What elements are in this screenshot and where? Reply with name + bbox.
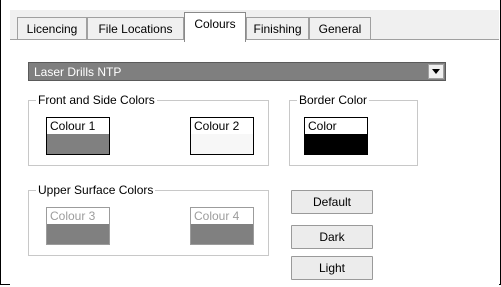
- preset-dropdown[interactable]: Laser Drills NTP: [28, 62, 446, 81]
- colour-2-swatch[interactable]: Colour 2: [190, 117, 254, 155]
- chevron-down-icon: [432, 69, 440, 74]
- colour-3-swatch: Colour 3: [46, 207, 110, 245]
- tab-general[interactable]: General: [309, 17, 371, 40]
- tab-finishing[interactable]: Finishing: [246, 17, 309, 40]
- colour-2-fill: [191, 134, 253, 154]
- colour-3-fill: [47, 224, 109, 244]
- front-side-colors-title: Front and Side Colors: [36, 93, 157, 107]
- border-color-fill: [305, 134, 367, 154]
- colour-4-label: Colour 4: [191, 208, 253, 224]
- tab-file-locations[interactable]: File Locations: [87, 17, 184, 40]
- colour-1-label: Colour 1: [47, 118, 109, 134]
- dark-button[interactable]: Dark: [291, 225, 373, 249]
- light-button[interactable]: Light: [291, 256, 373, 280]
- colour-2-label: Colour 2: [191, 118, 253, 134]
- border-color-label: Color: [305, 118, 367, 134]
- tab-colours[interactable]: Colours: [184, 12, 246, 42]
- preset-dropdown-value: Laser Drills NTP: [34, 65, 122, 79]
- default-button[interactable]: Default: [291, 190, 373, 214]
- colour-4-fill: [191, 224, 253, 244]
- colour-1-fill: [47, 134, 109, 154]
- tab-bar: Licencing File Locations Colours Finishi…: [10, 10, 499, 42]
- border-color-title: Border Color: [297, 93, 370, 107]
- dropdown-arrow-button[interactable]: [428, 64, 444, 79]
- border-color-swatch[interactable]: Color: [304, 117, 368, 155]
- colour-3-label: Colour 3: [47, 208, 109, 224]
- tab-licencing[interactable]: Licencing: [17, 17, 87, 40]
- upper-surface-colors-title: Upper Surface Colors: [36, 183, 156, 197]
- colour-1-swatch[interactable]: Colour 1: [46, 117, 110, 155]
- colour-4-swatch: Colour 4: [190, 207, 254, 245]
